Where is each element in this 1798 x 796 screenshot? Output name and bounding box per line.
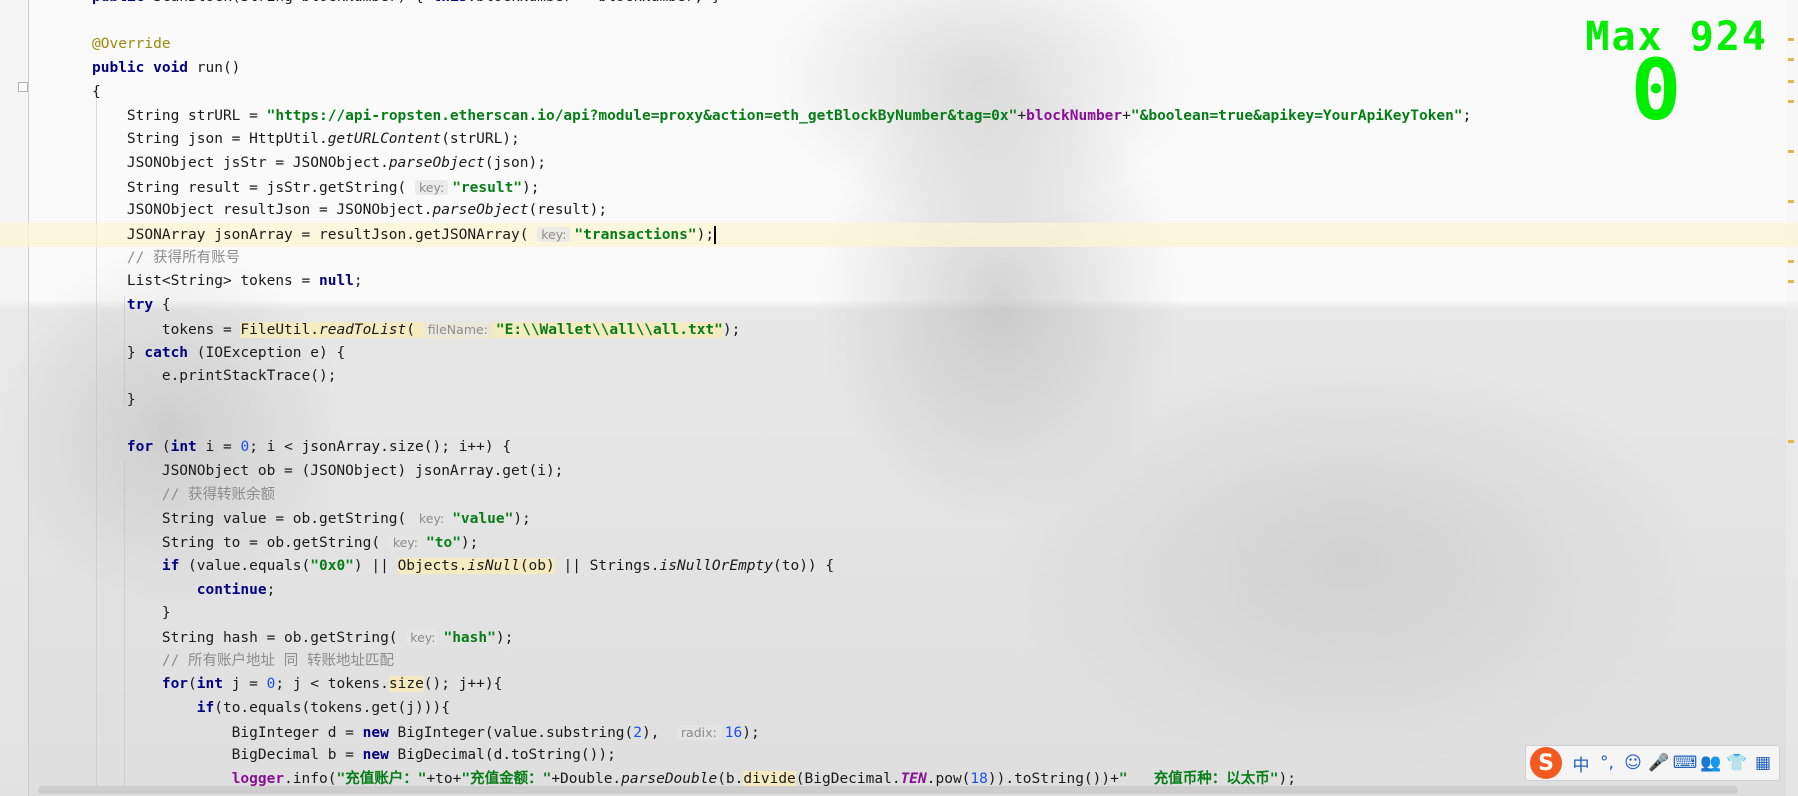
warning-marker[interactable] (1788, 260, 1794, 263)
code-line[interactable]: // 所有账户地址 同 转账地址匹配 (92, 650, 394, 674)
code-line[interactable]: List<String> tokens = null; (92, 270, 363, 294)
code-line[interactable]: public void run() (92, 57, 240, 81)
ime-keyboard-icon[interactable]: ⌨ (1672, 749, 1698, 777)
ime-toolbar[interactable]: S 中 °, ☺ 🎤 ⌨ 👥 👕 ▦ (1525, 745, 1780, 781)
code-line[interactable]: for (int i = 0; i < jsonArray.size(); i+… (92, 436, 511, 460)
code-line[interactable]: JSONObject ob = (JSONObject) jsonArray.g… (92, 460, 564, 484)
ime-punctuation-button[interactable]: °, (1594, 749, 1620, 777)
code-line[interactable]: try { (92, 294, 171, 318)
ime-language-button[interactable]: 中 (1568, 749, 1594, 777)
code-line[interactable]: } (92, 602, 171, 626)
code-line[interactable]: continue; (92, 579, 276, 603)
code-line[interactable]: String strURL = "https://api-ropsten.eth… (92, 105, 1471, 129)
warning-marker[interactable] (1788, 200, 1794, 203)
ime-skin-icon[interactable]: 👕 (1724, 749, 1750, 777)
code-line[interactable]: e.printStackTrace(); (92, 365, 337, 389)
ime-voice-icon[interactable]: 🎤 (1646, 749, 1672, 777)
error-stripe[interactable] (1786, 0, 1798, 796)
fold-marker[interactable] (18, 82, 28, 92)
code-line[interactable]: JSONArray jsonArray = resultJson.getJSON… (0, 223, 1798, 247)
code-line[interactable]: for(int j = 0; j < tokens.size(); j++){ (92, 673, 502, 697)
warning-marker[interactable] (1788, 100, 1794, 103)
code-line[interactable]: // 获得所有账号 (92, 247, 240, 271)
code-line[interactable]: @Override (92, 33, 171, 57)
horizontal-scrollbar[interactable] (38, 786, 1738, 794)
ime-toolbox-icon[interactable]: ▦ (1750, 749, 1776, 777)
warning-marker[interactable] (1788, 280, 1794, 283)
code-line[interactable]: // 获得转账余额 (92, 484, 275, 508)
warning-marker[interactable] (1788, 38, 1794, 41)
current-score: 0 (1630, 41, 1682, 139)
warning-marker[interactable] (1788, 58, 1794, 61)
code-line[interactable]: { (92, 81, 101, 105)
code-line[interactable]: if (value.equals("0x0") || Objects.isNul… (92, 555, 834, 579)
code-line[interactable]: String json = HttpUtil.getURLContent(str… (92, 128, 520, 152)
warning-marker[interactable] (1788, 80, 1794, 83)
code-line[interactable]: } catch (IOException e) { (92, 342, 345, 366)
code-line[interactable]: BigDecimal b = new BigDecimal(d.toString… (92, 744, 616, 768)
warning-marker[interactable] (1788, 150, 1794, 153)
code-line[interactable]: String value = ob.getString( key: "value"… (92, 507, 531, 531)
editor-gutter (0, 0, 29, 796)
code-line[interactable]: } (92, 389, 136, 413)
warning-marker[interactable] (1788, 440, 1794, 443)
code-line[interactable]: JSONObject resultJson = JSONObject.parse… (92, 199, 607, 223)
ime-emoji-icon[interactable]: ☺ (1620, 749, 1646, 777)
code-line[interactable]: String to = ob.getString( key: "to"); (92, 531, 478, 555)
code-line[interactable]: BigInteger d = new BigInteger(value.subs… (92, 721, 760, 745)
code-line[interactable]: if(to.equals(tokens.get(j))){ (92, 697, 450, 721)
code-line[interactable]: public ScanBlock(String blockNumber) { t… (92, 0, 721, 10)
code-line[interactable]: tokens = FileUtil.readToList( fileName: "… (92, 318, 740, 342)
code-line[interactable]: String result = jsStr.getString( key: "re… (92, 176, 540, 200)
code-line[interactable]: String hash = ob.getString( key: "hash"); (92, 626, 513, 650)
ime-user-icon[interactable]: 👥 (1698, 749, 1724, 777)
sogou-logo-icon[interactable]: S (1530, 747, 1562, 779)
code-line[interactable]: JSONObject jsStr = JSONObject.parseObjec… (92, 152, 546, 176)
